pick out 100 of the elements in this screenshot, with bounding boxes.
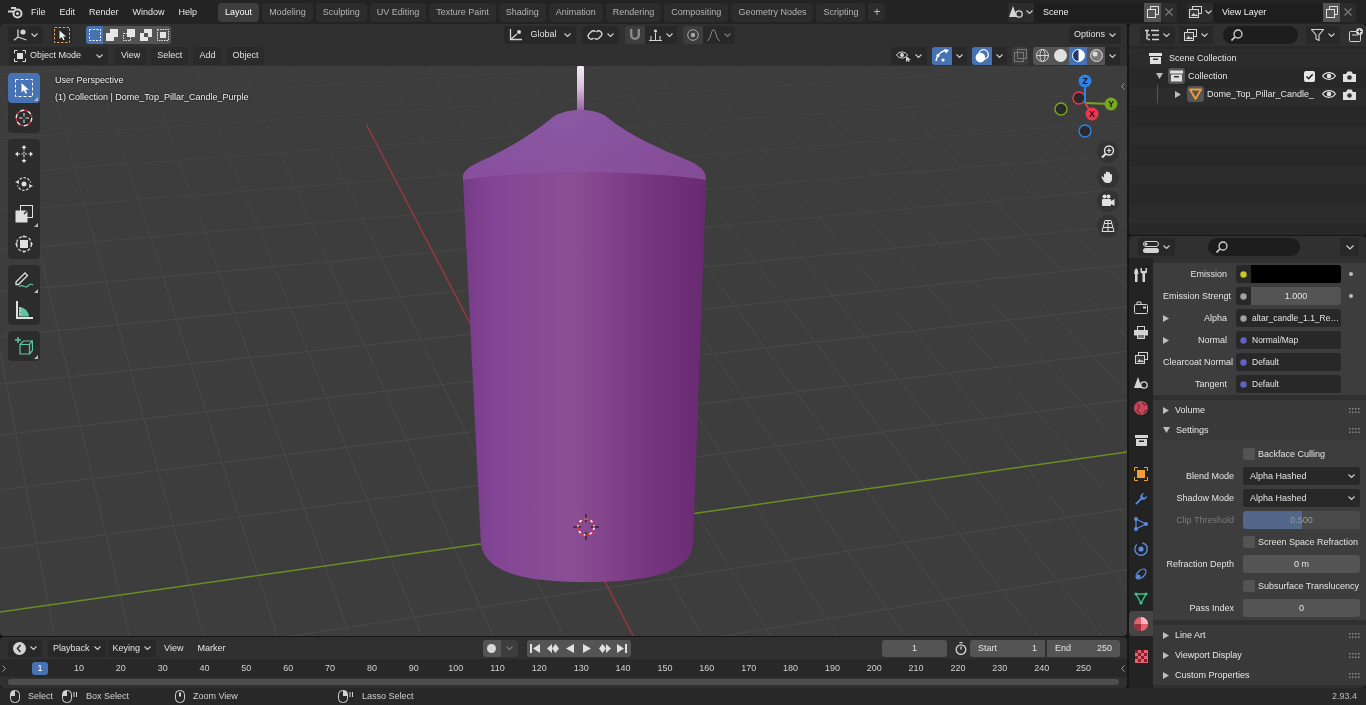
- tree-item[interactable]: Dome_Top_Pillar_Candle_: [1207, 89, 1315, 99]
- keyframe-dot-icon[interactable]: [1348, 272, 1353, 276]
- menu-item[interactable]: Add: [193, 46, 222, 65]
- workspace-tab[interactable]: Animation: [548, 2, 603, 22]
- pivot-point-dropdown[interactable]: [582, 25, 620, 44]
- falloff-dropdown[interactable]: [703, 25, 736, 44]
- properties-tab[interactable]: [1129, 611, 1153, 636]
- menu-item[interactable]: Select: [151, 46, 189, 65]
- negative-y-axis-handle[interactable]: [1054, 102, 1068, 116]
- workspace-tab[interactable]: Modeling: [262, 2, 313, 22]
- view-layer-browse-button[interactable]: [1187, 2, 1213, 22]
- view-layer-name-field[interactable]: View Layer: [1213, 2, 1323, 22]
- chevron-right-icon[interactable]: [2, 664, 6, 672]
- gizmo-toggle[interactable]: [932, 46, 952, 65]
- camera-icon[interactable]: [1343, 70, 1356, 82]
- scene-name-field[interactable]: Scene: [1034, 2, 1144, 22]
- editor-type-button[interactable]: [1138, 238, 1175, 256]
- menu-item[interactable]: Object: [226, 46, 265, 65]
- add-workspace-button[interactable]: +: [868, 3, 886, 21]
- workspace-tab[interactable]: Texture Paint: [429, 2, 496, 22]
- checkbox-option[interactable]: Screen Space Refraction: [1243, 533, 1359, 551]
- chevron-left-icon[interactable]: [1121, 83, 1125, 90]
- app-logo-icon[interactable]: [8, 5, 23, 19]
- select-mode-button[interactable]: [120, 25, 137, 44]
- start-frame-field[interactable]: Start 1: [970, 639, 1045, 657]
- panel-header[interactable]: Line Art: [1153, 625, 1366, 645]
- panel-header[interactable]: Settings: [1153, 420, 1366, 440]
- visibility-dropdown[interactable]: [891, 46, 927, 65]
- menu-item[interactable]: Render: [82, 2, 126, 22]
- panel-header[interactable]: Custom Properties: [1153, 665, 1366, 685]
- workspace-tab[interactable]: Compositing: [664, 2, 729, 22]
- overlay-dropdown[interactable]: [992, 46, 1007, 65]
- zoom-icon[interactable]: [1097, 141, 1119, 163]
- timeline-scrollbar[interactable]: [8, 679, 1119, 685]
- workspace-tab[interactable]: Rendering: [605, 2, 662, 22]
- eye-icon[interactable]: [1322, 89, 1336, 99]
- tool-button[interactable]: [8, 331, 40, 361]
- scene-browse-button[interactable]: [1008, 2, 1034, 22]
- menu-dropdown[interactable]: Playback: [48, 639, 106, 657]
- workspace-tab[interactable]: Scripting: [816, 2, 866, 22]
- workspace-tab[interactable]: Geometry Nodes: [731, 2, 814, 22]
- camera-icon[interactable]: [1097, 190, 1119, 212]
- copy-scene-button[interactable]: [1144, 2, 1161, 22]
- new-collection-button[interactable]: [1347, 26, 1364, 44]
- negative-x-axis-handle[interactable]: [1072, 91, 1086, 105]
- xray-toggle[interactable]: [1012, 46, 1028, 65]
- options-dropdown[interactable]: [1340, 238, 1359, 256]
- linked-input-field[interactable]: Default: [1236, 353, 1341, 371]
- number-field[interactable]: 0: [1243, 599, 1360, 617]
- display-mode-dropdown[interactable]: [1179, 26, 1213, 44]
- tree-item[interactable]: Collection: [1188, 71, 1228, 81]
- current-frame-field[interactable]: 1: [882, 639, 947, 657]
- select-mode-button[interactable]: [103, 25, 120, 44]
- shading-button[interactable]: [1051, 46, 1069, 65]
- y-axis-handle[interactable]: Y: [1084, 97, 1118, 111]
- linked-input-field[interactable]: Default: [1236, 375, 1341, 393]
- linked-input-field[interactable]: altar_candle_1.1_Re…: [1236, 309, 1341, 327]
- menu-item[interactable]: Edit: [52, 2, 83, 22]
- eye-icon[interactable]: [1322, 71, 1336, 81]
- end-frame-field[interactable]: End 250: [1047, 639, 1120, 657]
- workspace-tab[interactable]: Sculpting: [315, 2, 367, 22]
- remove-view-layer-button[interactable]: [1340, 2, 1356, 22]
- workspace-tab[interactable]: UV Editing: [369, 2, 427, 22]
- disclosure-triangle-icon[interactable]: [1156, 73, 1163, 79]
- options-dropdown[interactable]: Options: [1068, 25, 1121, 44]
- menu-item[interactable]: File: [24, 2, 53, 22]
- editor-type-button[interactable]: [8, 639, 42, 657]
- select-mode-button[interactable]: [137, 25, 154, 44]
- tree-item[interactable]: Scene Collection: [1169, 53, 1237, 63]
- keyframe-dot-icon[interactable]: [1348, 294, 1353, 298]
- shading-button[interactable]: [1033, 46, 1051, 65]
- gizmo-dropdown[interactable]: [952, 46, 967, 65]
- copy-view-layer-button[interactable]: [1323, 2, 1340, 22]
- snap-toggle[interactable]: [625, 25, 646, 44]
- checkbox-icon[interactable]: [1304, 70, 1315, 82]
- menu-dropdown[interactable]: Keying: [107, 639, 157, 657]
- remove-scene-button[interactable]: [1161, 2, 1177, 22]
- dropdown-field[interactable]: Alpha Hashed: [1243, 489, 1360, 507]
- negative-z-axis-handle[interactable]: [1078, 124, 1092, 138]
- preview-range-toggle[interactable]: [953, 641, 968, 655]
- menu-item[interactable]: View: [115, 46, 147, 65]
- number-field[interactable]: 0 m: [1243, 555, 1360, 573]
- menu-item[interactable]: Window: [125, 2, 172, 22]
- dropdown-field[interactable]: Alpha Hashed: [1243, 467, 1360, 485]
- hand-icon[interactable]: [1097, 165, 1119, 188]
- shading-button[interactable]: [1087, 46, 1105, 65]
- filter-dropdown[interactable]: [1306, 26, 1340, 44]
- search-field[interactable]: [1208, 238, 1300, 256]
- editor-type-button[interactable]: [1140, 26, 1175, 44]
- tool-button[interactable]: [8, 73, 40, 103]
- tweak-tool-button[interactable]: [52, 25, 72, 44]
- proportional-editing-toggle[interactable]: [683, 25, 704, 44]
- panel-header[interactable]: Viewport Display: [1153, 645, 1366, 665]
- disclosure-triangle-icon[interactable]: [1163, 336, 1169, 344]
- workspace-tab[interactable]: Layout: [218, 2, 260, 22]
- camera-icon[interactable]: [1343, 88, 1356, 100]
- z-axis-handle[interactable]: Z: [1078, 74, 1092, 104]
- menu-item[interactable]: View: [158, 639, 190, 657]
- grid-icon[interactable]: [1097, 214, 1119, 237]
- number-field[interactable]: 1.000: [1236, 287, 1341, 305]
